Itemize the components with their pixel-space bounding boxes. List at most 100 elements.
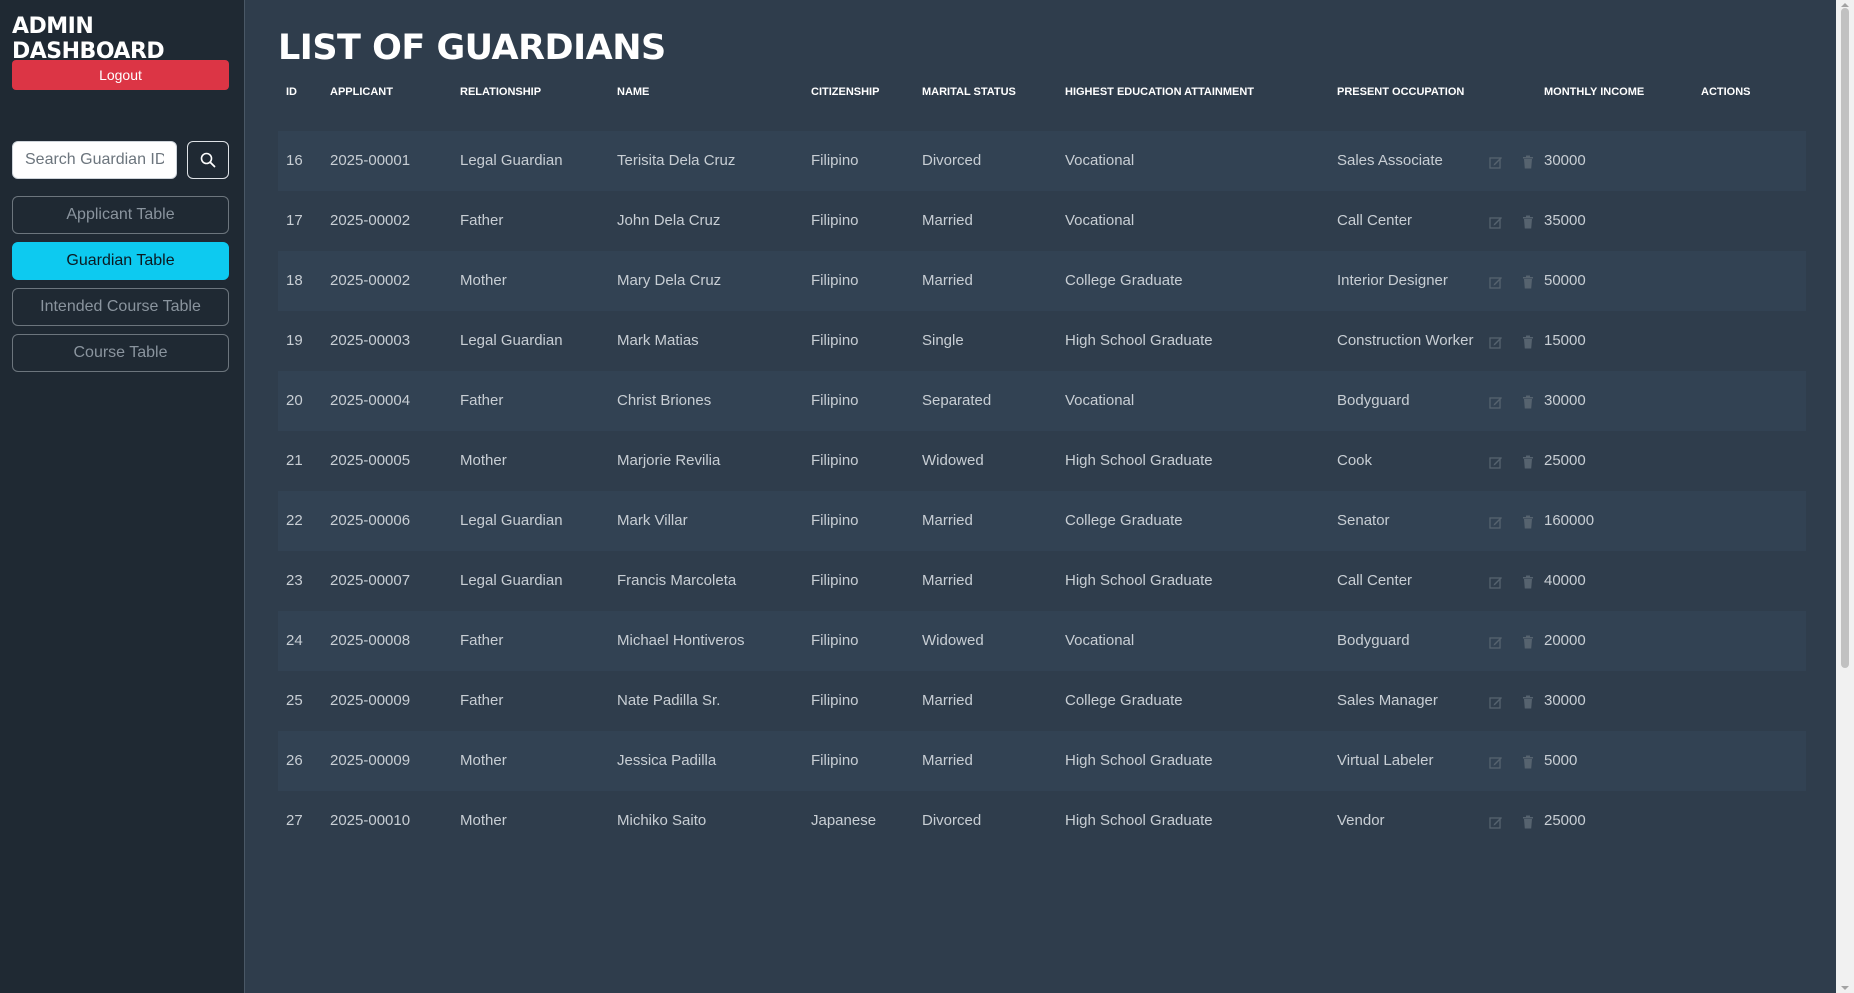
cell-monthly-income: 30000 <box>1544 692 1586 709</box>
cell-marital-status: Married <box>922 692 973 709</box>
cell-applicant: 2025-00007 <box>330 572 411 589</box>
trash-icon[interactable] <box>1521 755 1535 769</box>
table-row: 23 2025-00007 Legal Guardian Francis Marcol… <box>278 551 1806 611</box>
trash-icon[interactable] <box>1521 815 1535 829</box>
trash-icon[interactable] <box>1521 575 1535 589</box>
cell-education: Vocational <box>1065 632 1135 649</box>
cell-marital-status: Divorced <box>922 152 982 169</box>
nav-course-table[interactable]: Course Table <box>12 334 229 372</box>
table-row: 20 2025-00004 Father Christ Briones Filipino… <box>278 371 1806 431</box>
trash-icon[interactable] <box>1521 455 1535 469</box>
cell-marital-status: Widowed <box>922 632 984 649</box>
column-header-id: ID <box>286 86 297 98</box>
column-header-actions: ACTIONS <box>1701 86 1751 98</box>
cell-education: High School Graduate <box>1065 752 1213 769</box>
edit-icon[interactable] <box>1489 515 1503 529</box>
table-row: 16 2025-00001 Legal Guardian Terisita Dela … <box>278 131 1806 191</box>
cell-relationship: Mother <box>460 272 507 289</box>
edit-icon[interactable] <box>1489 695 1503 709</box>
table-row: 21 2025-00005 Mother Marjorie Revilia Filipi… <box>278 431 1806 491</box>
cell-relationship: Legal Guardian <box>460 512 563 529</box>
search-input[interactable] <box>12 141 177 179</box>
cell-id: 18 <box>286 272 303 289</box>
cell-id: 17 <box>286 212 303 229</box>
cell-name: Jessica Padilla <box>617 752 717 769</box>
trash-icon[interactable] <box>1521 275 1535 289</box>
page-title: LIST OF GUARDIANS <box>278 28 666 68</box>
cell-name: Michiko Saito <box>617 812 707 829</box>
cell-monthly-income: 25000 <box>1544 812 1586 829</box>
edit-icon[interactable] <box>1489 275 1503 289</box>
cell-marital-status: Widowed <box>922 452 984 469</box>
cell-occupation: Construction Worker <box>1337 332 1474 349</box>
cell-education: High School Graduate <box>1065 332 1213 349</box>
cell-applicant: 2025-00006 <box>330 512 411 529</box>
cell-monthly-income: 25000 <box>1544 452 1586 469</box>
cell-id: 22 <box>286 512 303 529</box>
scroll-up-arrow-icon[interactable] <box>1841 3 1849 7</box>
cell-citizenship: Filipino <box>811 392 859 409</box>
cell-name: John Dela Cruz <box>617 212 721 229</box>
column-header-marital-status: MARITAL STATUS <box>922 86 1016 98</box>
cell-education: High School Graduate <box>1065 812 1213 829</box>
cell-id: 19 <box>286 332 303 349</box>
cell-applicant: 2025-00009 <box>330 692 411 709</box>
cell-applicant: 2025-00001 <box>330 152 411 169</box>
cell-applicant: 2025-00004 <box>330 392 411 409</box>
cell-citizenship: Filipino <box>811 692 859 709</box>
edit-icon[interactable] <box>1489 215 1503 229</box>
cell-marital-status: Married <box>922 512 973 529</box>
cell-relationship: Mother <box>460 452 507 469</box>
edit-icon[interactable] <box>1489 815 1503 829</box>
cell-id: 27 <box>286 812 303 829</box>
edit-icon[interactable] <box>1489 455 1503 469</box>
cell-id: 26 <box>286 752 303 769</box>
cell-name: Mark Matias <box>617 332 699 349</box>
edit-icon[interactable] <box>1489 395 1503 409</box>
trash-icon[interactable] <box>1521 515 1535 529</box>
cell-applicant: 2025-00010 <box>330 812 411 829</box>
search-button[interactable] <box>187 141 229 179</box>
cell-relationship: Legal Guardian <box>460 332 563 349</box>
nav-applicant-table[interactable]: Applicant Table <box>12 196 229 234</box>
cell-id: 23 <box>286 572 303 589</box>
nav-intended-course-table[interactable]: Intended Course Table <box>12 288 229 326</box>
edit-icon[interactable] <box>1489 575 1503 589</box>
scrollbar-thumb[interactable] <box>1841 8 1849 668</box>
cell-id: 16 <box>286 152 303 169</box>
cell-monthly-income: 30000 <box>1544 392 1586 409</box>
column-header-citizenship: CITIZENSHIP <box>811 86 880 98</box>
column-header-occupation: PRESENT OCCUPATION <box>1337 86 1465 98</box>
column-header-relationship: RELATIONSHIP <box>460 86 542 98</box>
logout-button[interactable]: Logout <box>12 60 229 90</box>
vertical-scrollbar[interactable] <box>1836 0 1854 993</box>
column-header-education: HIGHEST EDUCATION ATTAINMENT <box>1065 86 1255 98</box>
trash-icon[interactable] <box>1521 155 1535 169</box>
nav-guardian-table[interactable]: Guardian Table <box>12 242 229 280</box>
cell-marital-status: Single <box>922 332 964 349</box>
edit-icon[interactable] <box>1489 155 1503 169</box>
cell-monthly-income: 20000 <box>1544 632 1586 649</box>
cell-marital-status: Married <box>922 212 973 229</box>
column-header-name: NAME <box>617 86 650 98</box>
cell-name: Nate Padilla Sr. <box>617 692 721 709</box>
edit-icon[interactable] <box>1489 755 1503 769</box>
search-icon <box>200 152 216 168</box>
trash-icon[interactable] <box>1521 635 1535 649</box>
cell-marital-status: Married <box>922 272 973 289</box>
trash-icon[interactable] <box>1521 215 1535 229</box>
trash-icon[interactable] <box>1521 335 1535 349</box>
cell-relationship: Father <box>460 692 504 709</box>
cell-citizenship: Japanese <box>811 812 877 829</box>
trash-icon[interactable] <box>1521 695 1535 709</box>
cell-marital-status: Separated <box>922 392 992 409</box>
edit-icon[interactable] <box>1489 635 1503 649</box>
cell-name: Marjorie Revilia <box>617 452 721 469</box>
table-row: 26 2025-00009 Mother Jessica Padilla Filipin… <box>278 731 1806 791</box>
cell-citizenship: Filipino <box>811 212 859 229</box>
edit-icon[interactable] <box>1489 335 1503 349</box>
scroll-down-arrow-icon[interactable] <box>1841 986 1849 990</box>
trash-icon[interactable] <box>1521 395 1535 409</box>
cell-education: College Graduate <box>1065 512 1183 529</box>
cell-occupation: Bodyguard <box>1337 632 1410 649</box>
